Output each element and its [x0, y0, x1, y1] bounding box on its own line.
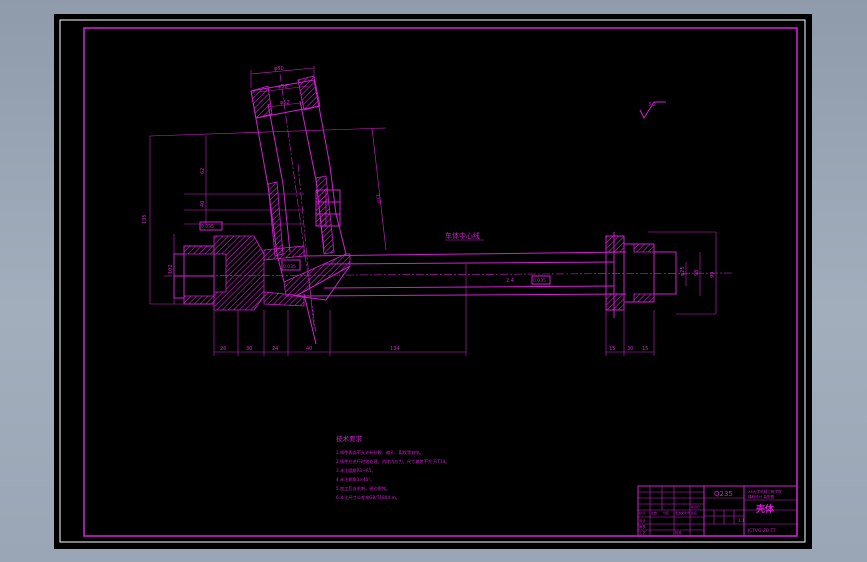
dim-b-1: 30	[246, 346, 252, 352]
dim-b-7: 15	[642, 346, 648, 352]
tech-title: 技术要求	[336, 434, 363, 443]
engineering-drawing: φ80 φ56 φ52 135 62 40 102 120 0.035 0.03…	[59, 19, 806, 543]
title-block: 标记 处数 分区 更改文件号 签名 年月日 设计 审核 工艺 批准 Q235 1…	[637, 485, 798, 537]
tech-req-3: 4.未注倒角1×45°。	[336, 476, 375, 483]
tb-row-0: 设计	[639, 518, 646, 523]
label-small-1: 0.035	[533, 278, 546, 284]
drawing-number: JCTVG-ZB-TT	[747, 528, 776, 534]
label-small-3: 2.4	[506, 278, 514, 284]
tb-header-0: 标记	[639, 510, 645, 515]
dim-top-0: φ80	[274, 66, 284, 72]
dim-v-5: 99	[710, 272, 716, 278]
tb-row-1: 审核	[639, 524, 646, 529]
dim-b-3: 40	[306, 346, 312, 352]
dim-v-2: 40	[200, 201, 206, 207]
tb-header-1: 处数	[651, 510, 657, 515]
bottom-dimensions: 26 30 24 40 134 15 30 15	[213, 264, 655, 356]
dim-v-3: 102	[168, 264, 174, 274]
centerline-label: 车体中心线	[445, 231, 480, 240]
dim-v-1: 62	[200, 168, 206, 174]
technical-requirements: 技术要求 1.铸件表面不允许有砂眼、缩孔、裂纹等缺陷。 2.铸件应进行时效处理，…	[336, 434, 450, 501]
tech-req-2: 3.未注圆角R3~R5。	[336, 467, 376, 474]
tb-row-3: 批准	[675, 530, 682, 535]
tb-header-2: 分区	[663, 510, 669, 515]
right-vertical-dimensions: 99 98 φ25	[648, 231, 717, 315]
label-small-4: φ25	[680, 266, 686, 276]
tb-row-2: 工艺	[639, 530, 646, 535]
cad-viewport[interactable]: φ80 φ56 φ52 135 62 40 102 120 0.035 0.03…	[54, 14, 812, 549]
tech-req-4: 5.加工后去毛刺，锐边倒钝。	[336, 485, 390, 492]
label-small-2: 0.035	[201, 224, 214, 230]
roughness-value: 3.2	[648, 102, 656, 108]
dim-top-1: φ56	[278, 84, 288, 90]
tb-header-3: 更改文件号	[675, 510, 690, 515]
tech-req-1: 2.铸件应进行时效处理，消除内应力，尺寸偏差不大于IT14。	[336, 458, 450, 465]
dim-b-4: 134	[390, 346, 400, 352]
dim-b-2: 24	[272, 346, 278, 352]
tb-header-4: 签名	[691, 510, 697, 515]
dim-top-2: φ52	[280, 100, 290, 106]
roughness-symbol: 3.2	[639, 101, 666, 120]
dim-b-6: 30	[627, 346, 633, 352]
tb-header-5: 年月日	[691, 504, 700, 509]
dim-v-0: 135	[142, 214, 148, 224]
dim-b-5: 15	[609, 346, 615, 352]
dim-v-4: 120	[374, 193, 382, 203]
material-label: Q235	[714, 490, 733, 498]
part-name: 壳体	[755, 503, 775, 515]
school-line-0: XX大学机械工程学院	[748, 489, 782, 494]
label-small-0: 0.035	[283, 264, 296, 270]
dim-b-0: 26	[220, 346, 226, 352]
school-line-1: 课程设计 装配图	[748, 494, 775, 499]
tech-req-0: 1.铸件表面不允许有砂眼、缩孔、裂纹等缺陷。	[336, 449, 424, 456]
tech-req-5: 6.未注尺寸公差按GB/T1804-m。	[336, 494, 400, 501]
dim-v-6: 98	[694, 270, 700, 276]
scale-label: 1:1	[738, 518, 745, 523]
